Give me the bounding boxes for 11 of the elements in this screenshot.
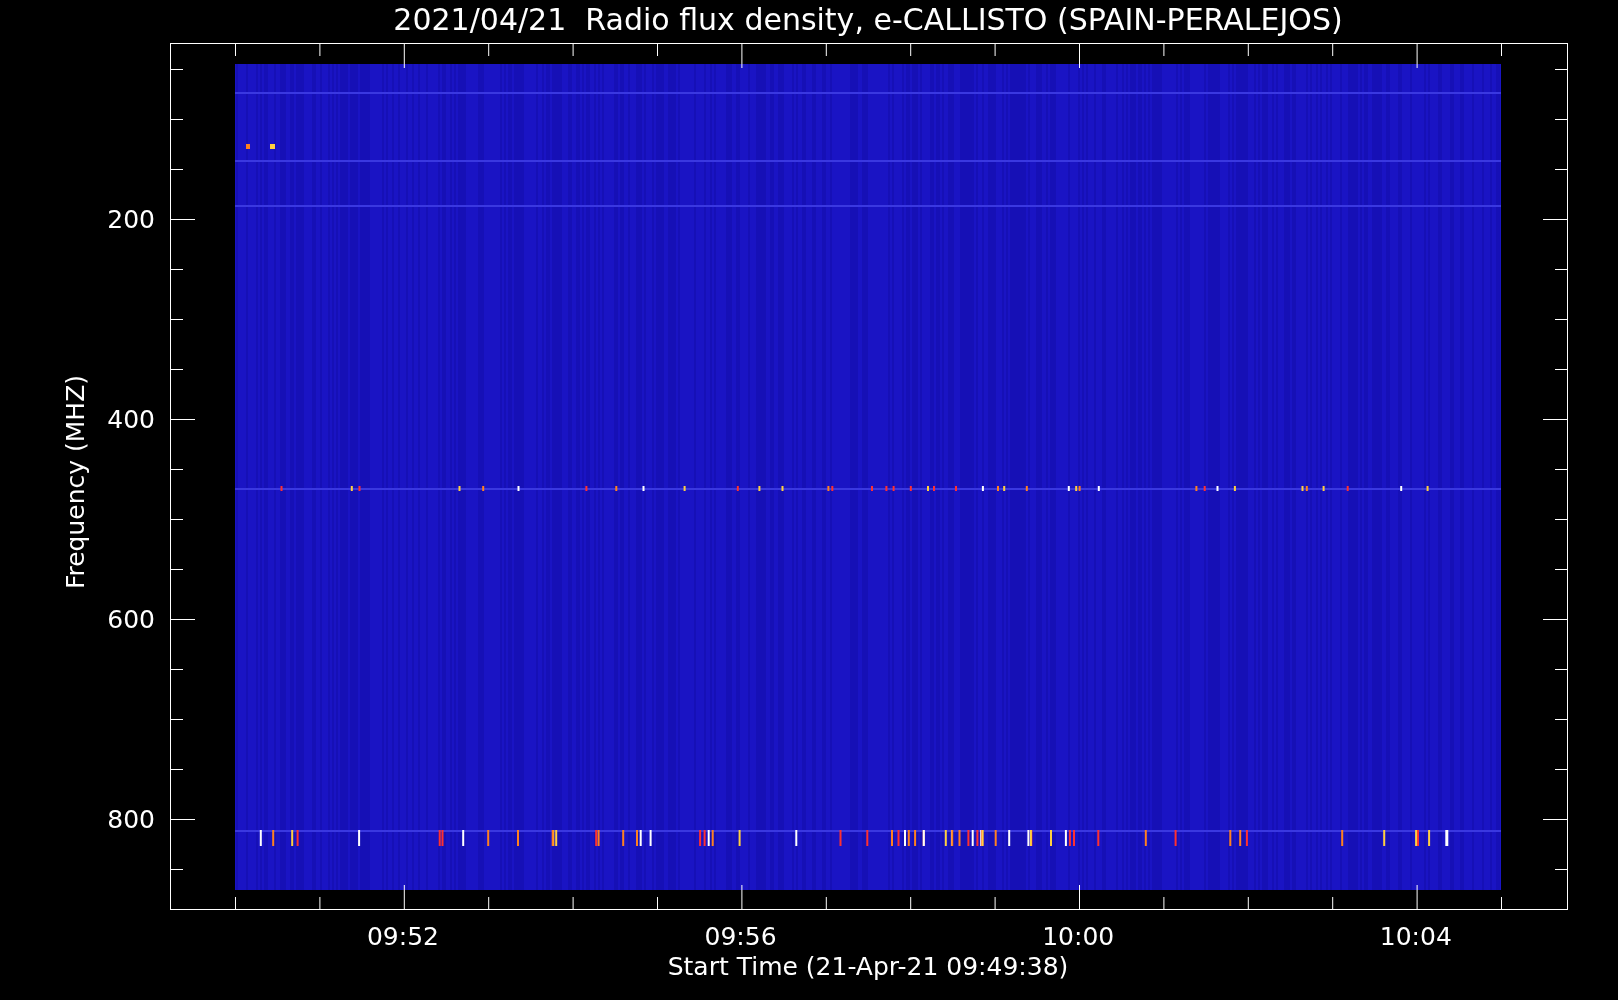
y-tick-label: 800 [107,805,155,834]
x-tick-label: 10:00 [1042,922,1115,951]
x-tick-label: 09:52 [367,922,439,951]
y-tick-label: 400 [107,405,155,434]
chart-title: 2021/04/21 Radio flux density, e-CALLISTO (SPAIN-PERALEJOS) [393,2,1343,37]
x-axis-title: Start Time (21-Apr-21 09:49:38) [667,952,1069,981]
y-axis-title: Frequency (MHZ) [61,374,90,590]
y-tick-label: 200 [107,205,155,234]
x-tick-label: 09:56 [704,922,777,951]
y-tick-label: 600 [107,605,155,634]
x-tick-label: 10:04 [1379,922,1452,951]
